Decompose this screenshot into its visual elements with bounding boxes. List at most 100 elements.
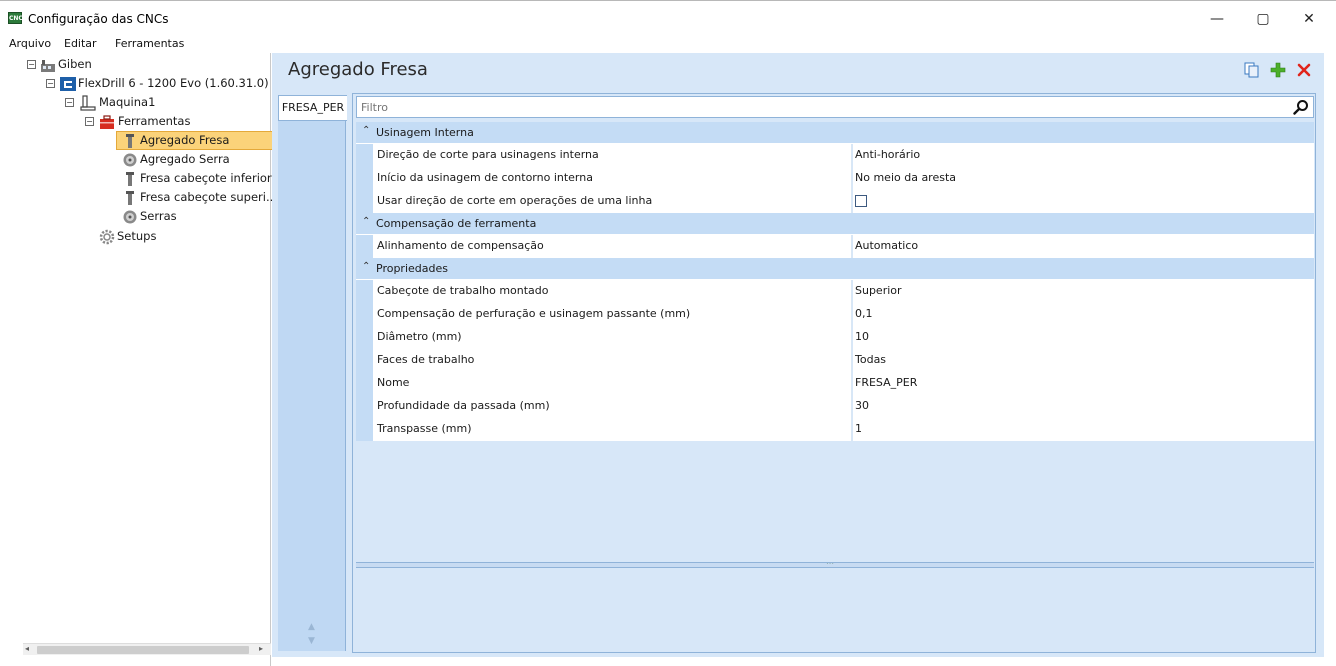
tab-fresa-per[interactable]: FRESA_PER (278, 95, 347, 121)
scroll-right-icon[interactable]: ▸ (259, 644, 263, 653)
property-row[interactable]: Usar direção de corte em operações de um… (356, 190, 1314, 213)
property-name: Compensação de perfuração e usinagem pas… (373, 303, 852, 326)
property-value[interactable]: FRESA_PER (853, 372, 1314, 395)
filter-input[interactable] (361, 100, 1261, 115)
tree-label: Maquina1 (99, 95, 156, 109)
chevron-up-icon[interactable]: ⌃ (362, 216, 370, 227)
toolbox-icon (100, 115, 114, 129)
category-propriedades[interactable]: ⌃ Propriedades (356, 258, 1314, 280)
property-value[interactable]: Automatico (853, 235, 1314, 258)
property-name: Cabeçote de trabalho montado (373, 280, 852, 303)
property-value[interactable]: 30 (853, 395, 1314, 418)
property-row[interactable]: Início da usinagem de contorno interna N… (356, 167, 1314, 190)
menu-bar: Arquivo Editar Ferramentas (0, 36, 1336, 53)
property-row[interactable]: Compensação de perfuração e usinagem pas… (356, 303, 1314, 326)
title-bar: CNC Configuração das CNCs — ▢ ✕ (0, 0, 1336, 36)
tree-panel: − Giben − FlexDrill 6 - 1200 Evo (1.60.3… (23, 53, 277, 666)
tree-label: FlexDrill 6 - 1200 Evo (1.60.31.0) (78, 76, 269, 90)
category-usinagem-interna[interactable]: ⌃ Usinagem Interna (356, 122, 1314, 144)
property-value[interactable]: Superior (853, 280, 1314, 303)
tree-label: Agregado Fresa (140, 133, 230, 147)
property-value-checkbox-cell (853, 190, 1314, 213)
property-value[interactable]: 0,1 (853, 303, 1314, 326)
tree-label: Setups (117, 229, 157, 243)
collapse-icon[interactable]: − (85, 117, 94, 126)
tree-label: Ferramentas (118, 114, 191, 128)
collapse-icon[interactable]: − (46, 79, 55, 88)
category-label: Usinagem Interna (376, 126, 474, 139)
property-name: Início da usinagem de contorno interna (373, 167, 852, 190)
tab-scroll-down-icon[interactable]: ▼ (308, 636, 315, 646)
tree-node-setups[interactable]: Setups (99, 227, 219, 246)
property-name: Alinhamento de compensação (373, 235, 852, 258)
machine-icon (80, 95, 96, 111)
chevron-up-icon[interactable]: ⌃ (362, 125, 370, 136)
saw-blade-icon (123, 210, 137, 224)
menu-editar[interactable]: Editar (64, 37, 97, 50)
gear-icon (99, 229, 115, 245)
property-value[interactable]: 10 (853, 326, 1314, 349)
minimize-button[interactable]: — (1194, 5, 1240, 33)
tree-label: Fresa cabeçote inferior (140, 171, 272, 185)
tree-item-fresa-superior[interactable]: Fresa cabeçote superi... (119, 188, 279, 207)
add-icon[interactable] (1270, 62, 1286, 78)
close-button[interactable]: ✕ (1286, 5, 1332, 33)
property-row[interactable]: Nome FRESA_PER (356, 372, 1314, 395)
property-row[interactable]: Transpasse (mm) 1 (356, 418, 1314, 441)
category-compensacao[interactable]: ⌃ Compensação de ferramenta (356, 213, 1314, 235)
tree-horizontal-scrollbar[interactable]: ◂ ▸ (23, 643, 271, 655)
description-pane (356, 570, 1314, 650)
tree-item-fresa-inferior[interactable]: Fresa cabeçote inferior (119, 169, 279, 188)
property-name: Usar direção de corte em operações de um… (373, 190, 852, 213)
property-value[interactable]: 1 (853, 418, 1314, 441)
tree-label: Fresa cabeçote superi... (140, 190, 277, 204)
maximize-button[interactable]: ▢ (1240, 5, 1286, 33)
property-value[interactable]: No meio da aresta (853, 167, 1314, 190)
category-label: Compensação de ferramenta (376, 217, 537, 230)
chevron-up-icon[interactable]: ⌃ (362, 261, 370, 272)
tree-label: Agregado Serra (140, 152, 230, 166)
property-row[interactable]: Alinhamento de compensação Automatico (356, 235, 1314, 258)
property-grid-container: ⌃ Usinagem Interna Direção de corte para… (352, 93, 1316, 653)
tree-label: Serras (140, 209, 177, 223)
tree-label: Giben (58, 57, 92, 71)
collapse-icon[interactable]: − (27, 60, 36, 69)
property-row[interactable]: Faces de trabalho Todas (356, 349, 1314, 372)
property-value[interactable]: Todas (853, 349, 1314, 372)
tree-node-giben[interactable]: − Giben (23, 55, 263, 74)
tree-node-maquina[interactable]: − Maquina1 (23, 93, 223, 112)
scrollbar-thumb[interactable] (37, 646, 249, 654)
delete-icon[interactable] (1296, 62, 1312, 78)
machine-logo-icon (60, 77, 76, 91)
property-row[interactable]: Diâmetro (mm) 10 (356, 326, 1314, 349)
tree-item-agregado-fresa[interactable]: Agregado Fresa (116, 131, 279, 150)
mill-tool-icon (126, 134, 134, 148)
property-grid: ⌃ Usinagem Interna Direção de corte para… (356, 122, 1314, 441)
tree-node-ferramentas[interactable]: − Ferramentas (23, 112, 223, 131)
menu-arquivo[interactable]: Arquivo (9, 37, 51, 50)
description-splitter[interactable]: ⋯ (356, 559, 1314, 568)
line-direction-checkbox[interactable] (855, 195, 867, 207)
collapse-icon[interactable]: − (65, 98, 74, 107)
app-icon: CNC (8, 12, 23, 24)
property-row[interactable]: Profundidade da passada (mm) 30 (356, 395, 1314, 418)
window-title: Configuração das CNCs (28, 12, 169, 26)
filter-box[interactable] (356, 96, 1314, 118)
property-row[interactable]: Cabeçote de trabalho montado Superior (356, 280, 1314, 303)
copy-icon[interactable] (1244, 62, 1260, 78)
saw-blade-icon (123, 153, 137, 167)
mill-tool-icon (126, 172, 134, 186)
tab-strip: FRESA_PER ▲ ▼ (278, 95, 347, 651)
search-icon[interactable] (1293, 99, 1309, 115)
tree-item-serras[interactable]: Serras (119, 207, 279, 226)
tab-scroll-up-icon[interactable]: ▲ (308, 622, 315, 632)
mill-tool-icon (126, 191, 134, 205)
property-name: Profundidade da passada (mm) (373, 395, 852, 418)
tree-item-agregado-serra[interactable]: Agregado Serra (119, 150, 279, 169)
scroll-left-icon[interactable]: ◂ (25, 644, 29, 653)
tree-node-machine[interactable]: − FlexDrill 6 - 1200 Evo (1.60.31.0) (23, 74, 269, 93)
property-name: Direção de corte para usinagens interna (373, 144, 852, 167)
property-value[interactable]: Anti-horário (853, 144, 1314, 167)
property-row[interactable]: Direção de corte para usinagens interna … (356, 144, 1314, 167)
menu-ferramentas[interactable]: Ferramentas (115, 37, 184, 50)
